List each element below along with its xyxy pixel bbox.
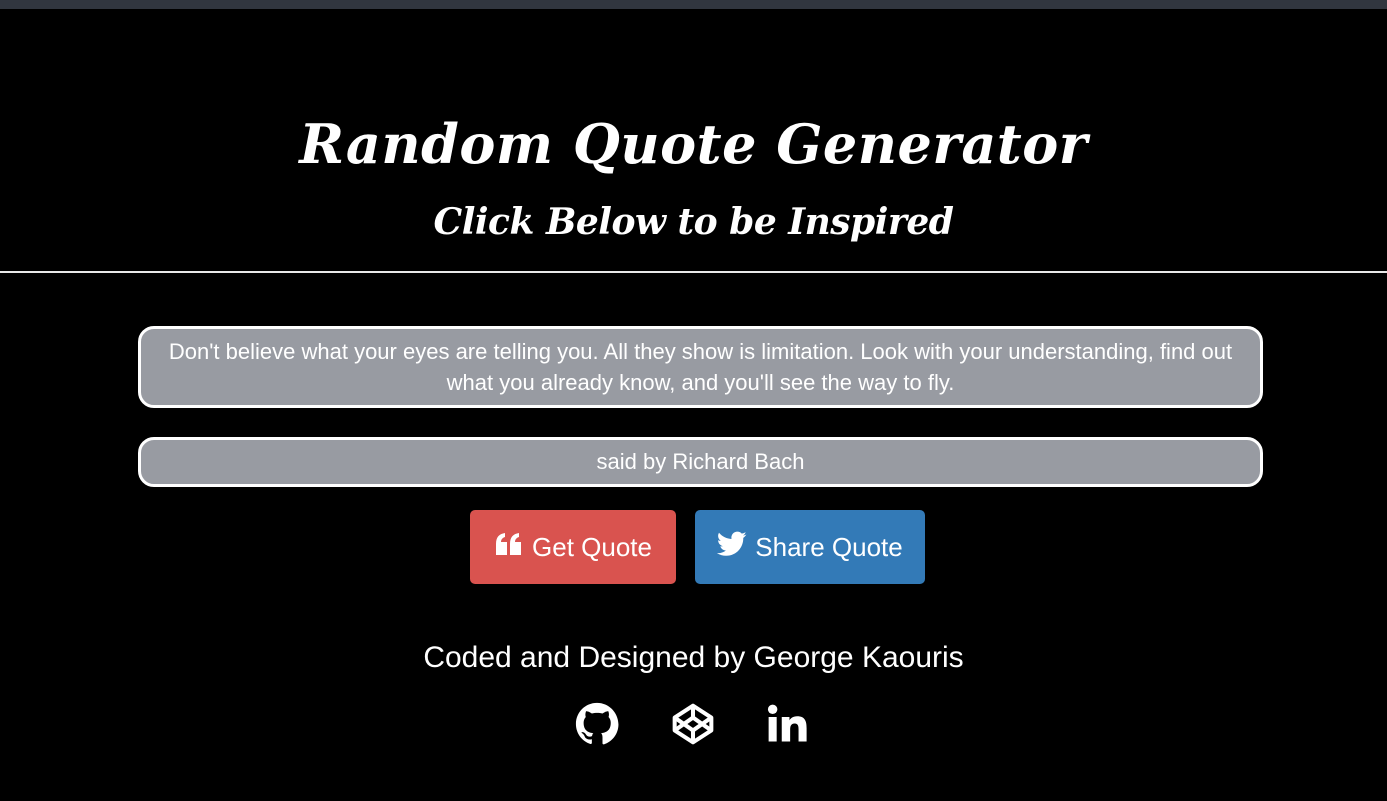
linkedin-link[interactable]	[764, 703, 810, 749]
github-link[interactable]	[574, 702, 620, 751]
quote-left-icon	[494, 532, 532, 563]
quote-text: Don't believe what your eyes are telling…	[168, 339, 1233, 395]
linkedin-icon	[766, 703, 808, 750]
twitter-icon	[717, 531, 755, 564]
quote-box: Don't believe what your eyes are telling…	[138, 326, 1263, 408]
footer-credit: Coded and Designed by George Kaouris	[423, 641, 964, 674]
page-subtitle: Click Below to be Inspired	[433, 201, 954, 243]
codepen-icon	[671, 702, 715, 751]
header-divider	[0, 271, 1387, 273]
top-bar	[0, 0, 1387, 9]
share-quote-label: Share Quote	[755, 531, 903, 562]
share-quote-button[interactable]: Share Quote	[695, 510, 925, 584]
page-title: Random Quote Generator	[299, 112, 1088, 176]
codepen-link[interactable]	[670, 703, 716, 749]
page-header: Random Quote Generator Click Below to be…	[0, 9, 1387, 272]
quote-author: said by Richard Bach	[596, 449, 805, 474]
author-box: said by Richard Bach	[138, 437, 1263, 487]
github-icon	[575, 702, 619, 751]
get-quote-button[interactable]: Get Quote	[470, 510, 676, 584]
get-quote-label: Get Quote	[532, 531, 652, 562]
